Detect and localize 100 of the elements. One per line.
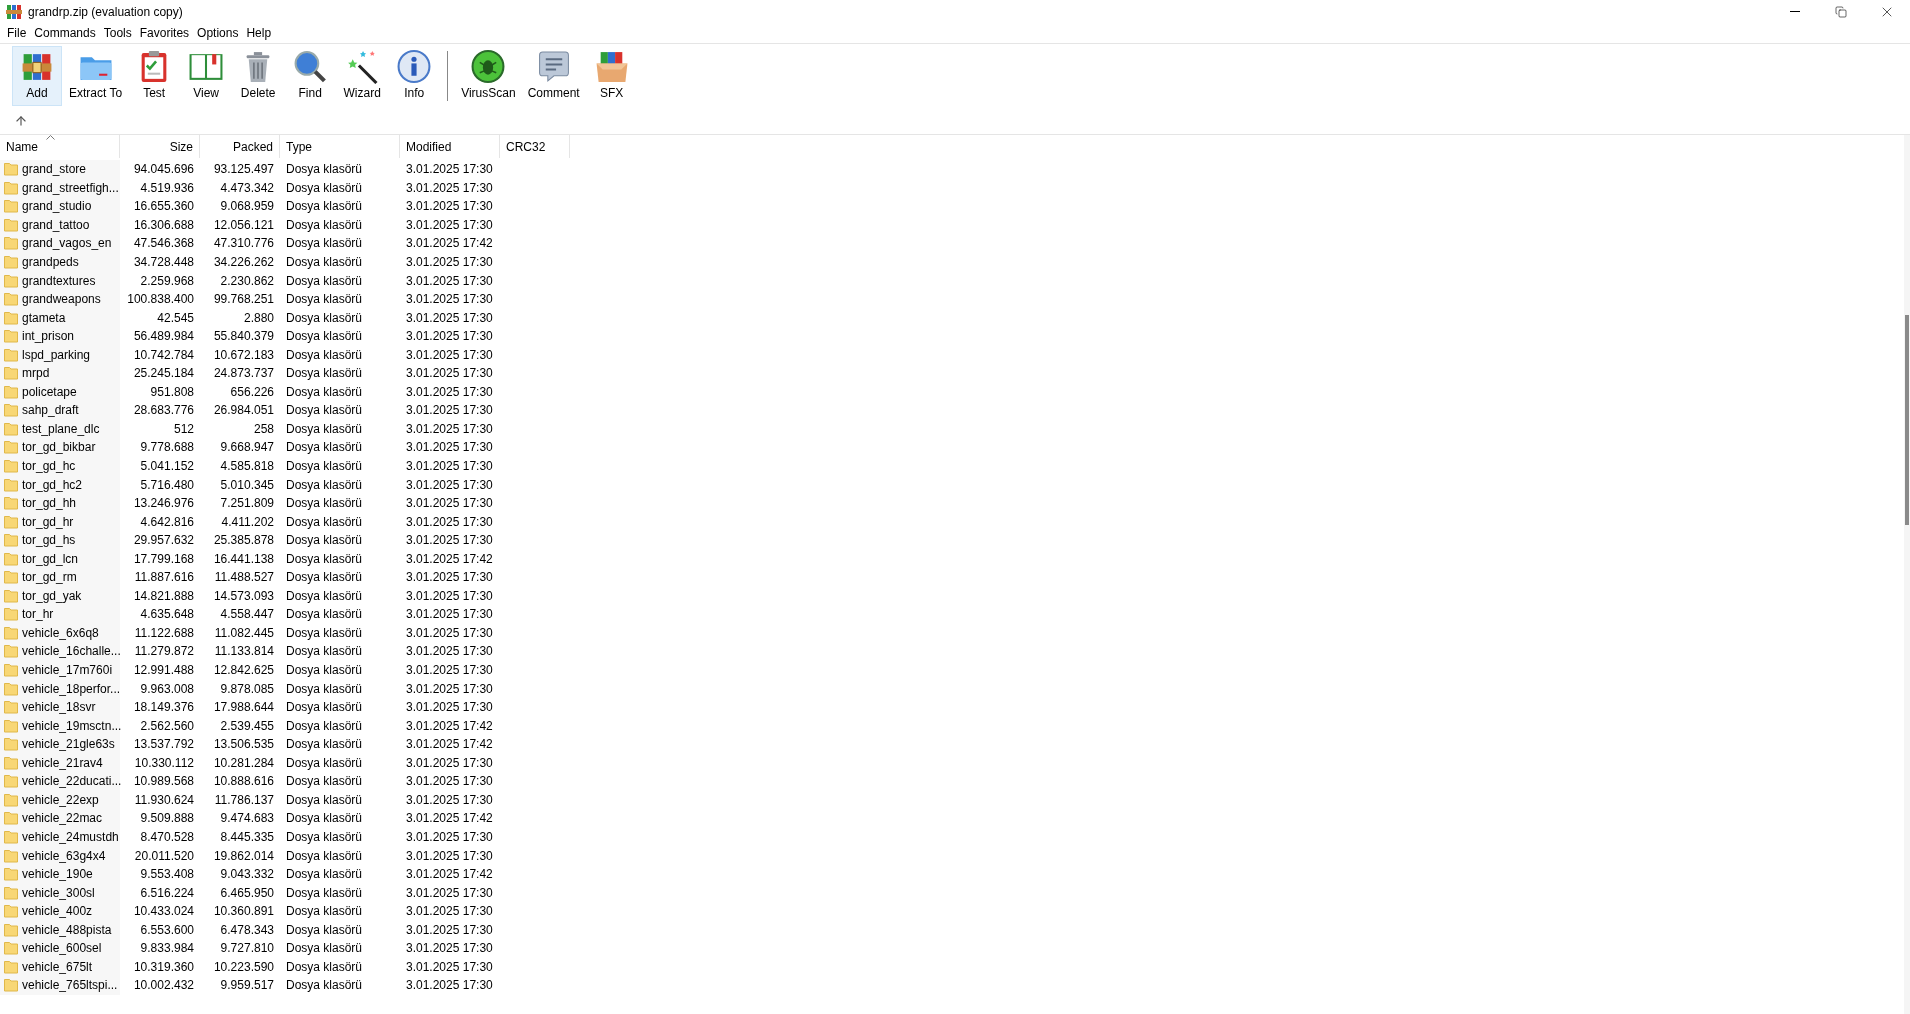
file-row[interactable]: tor_gd_hh 13.246.976 7.251.809 Dosya klasörü 3.01.2025 17:30 [0, 493, 1904, 513]
file-row[interactable]: vehicle_21gle63s 13.537.792 13.506.535 Dosya klasörü 3.01.2025 17:42 [0, 734, 1904, 754]
table-cell-text: 7.251.809 [220, 495, 274, 513]
table-cell-text: 10.672.183 [213, 346, 274, 364]
folder-icon [4, 236, 18, 251]
table-cell-text: Dosya klasörü [286, 773, 363, 791]
file-row[interactable]: grand_vagos_en 47.546.368 47.310.776 Dosya klasörü 3.01.2025 17:42 [0, 234, 1904, 253]
table-cell-text: 10.888.616 [213, 773, 274, 791]
table-cell-text: 9.668.947 [220, 439, 274, 457]
file-row[interactable]: tor_hr 4.635.648 4.558.447 Dosya klasörü 3.01.2025 17:30 [0, 605, 1904, 624]
file-row[interactable]: vehicle_24mustdh 8.470.528 8.445.335 Dosya klasörü 3.01.2025 17:30 [0, 827, 1904, 847]
table-cell-text: vehicle_300sl [22, 884, 95, 902]
file-row[interactable]: grand_studio 16.655.360 9.068.959 Dosya klasörü 3.01.2025 17:30 [0, 197, 1904, 216]
file-row[interactable]: sahp_draft 28.683.776 26.984.051 Dosya klasörü 3.01.2025 17:30 [0, 401, 1904, 420]
scrollbar-track[interactable] [1904, 135, 1910, 1014]
file-row[interactable]: tor_gd_hr 4.642.816 4.411.202 Dosya klasörü 3.01.2025 17:30 [0, 512, 1904, 531]
file-row[interactable]: grand_store 94.045.696 93.125.497 Dosya klasörü 3.01.2025 17:30 [0, 160, 1904, 179]
folder-icon [4, 199, 18, 214]
file-row[interactable]: grandweapons 100.838.400 99.768.251 Dosya klasörü 3.01.2025 17:30 [0, 289, 1904, 309]
column-header[interactable]: Type [280, 135, 400, 158]
toolbar-button[interactable]: SFX [586, 46, 637, 106]
file-row[interactable]: tor_gd_bikbar 9.778.688 9.668.947 Dosya klasörü 3.01.2025 17:30 [0, 438, 1904, 457]
file-row[interactable]: tor_gd_yak 14.821.888 14.573.093 Dosya klasörü 3.01.2025 17:30 [0, 586, 1904, 606]
toolbar-button[interactable]: Test [129, 46, 180, 106]
folder-icon [4, 811, 18, 826]
toolbar-button[interactable]: VirusScan [456, 46, 521, 106]
folder-icon [4, 755, 18, 770]
table-cell-text: 3.01.2025 17:30 [406, 216, 493, 234]
table-cell-text: vehicle_22mac [22, 810, 103, 828]
toolbar-button[interactable]: Extract To [64, 46, 128, 106]
file-row[interactable]: vehicle_22mac 9.509.888 9.474.683 Dosya klasörü 3.01.2025 17:42 [0, 809, 1904, 828]
file-row[interactable]: tor_gd_hs 29.957.632 25.385.878 Dosya klasörü 3.01.2025 17:30 [0, 530, 1904, 550]
toolbar-button[interactable]: Comment [522, 46, 585, 106]
file-row[interactable]: grand_streetfigh... 4.519.936 4.473.342 Dosya klasörü 3.01.2025 17:30 [0, 178, 1904, 198]
table-cell-text: Dosya klasörü [286, 643, 363, 661]
toolbar-button[interactable]: Info [389, 46, 440, 106]
table-cell-text: 3.01.2025 17:30 [406, 828, 493, 846]
table-cell-text: 258 [253, 420, 274, 438]
file-row[interactable]: vehicle_18perfor... 9.963.008 9.878.085 Dosya klasörü 3.01.2025 17:30 [0, 679, 1904, 698]
table-cell-text: 3.01.2025 17:30 [406, 903, 493, 921]
file-row[interactable]: grand_tattoo 16.306.688 12.056.121 Dosya klasörü 3.01.2025 17:30 [0, 215, 1904, 235]
file-row[interactable]: vehicle_300sl 6.516.224 6.465.950 Dosya klasörü 3.01.2025 17:30 [0, 883, 1904, 902]
file-row[interactable]: int_prison 56.489.984 55.840.379 Dosya klasörü 3.01.2025 17:30 [0, 326, 1904, 346]
folder-icon [4, 255, 18, 269]
toolbar-button[interactable]: Add [12, 46, 62, 106]
file-row[interactable]: vehicle_190e 9.553.408 9.043.332 Dosya klasörü 3.01.2025 17:42 [0, 864, 1904, 884]
column-header[interactable]: Packed [200, 135, 280, 158]
file-row[interactable]: vehicle_600sel 9.833.984 9.727.810 Dosya klasörü 3.01.2025 17:30 [0, 938, 1904, 958]
file-row[interactable]: tor_gd_hc 5.041.152 4.585.818 Dosya klasörü 3.01.2025 17:30 [0, 456, 1904, 476]
file-row[interactable]: vehicle_22exp 11.930.624 11.786.137 Dosya klasörü 3.01.2025 17:30 [0, 790, 1904, 810]
menu-item[interactable]: File [3, 23, 31, 43]
file-row[interactable]: vehicle_488pista 6.553.600 6.478.343 Dosya klasörü 3.01.2025 17:30 [0, 920, 1904, 939]
menu-item[interactable]: Options [193, 23, 243, 43]
file-row[interactable]: vehicle_765ltspi... 10.002.432 9.959.517 Dosya klasörü 3.01.2025 17:30 [0, 976, 1904, 995]
menu-item[interactable]: Help [242, 23, 276, 43]
toolbar-button[interactable]: View [181, 46, 232, 106]
file-row[interactable]: vehicle_16challe... 11.279.872 11.133.814 Dosya klasörü 3.01.2025 17:30 [0, 642, 1904, 661]
file-row[interactable]: vehicle_18svr 18.149.376 17.988.644 Dosya klasörü 3.01.2025 17:30 [0, 697, 1904, 717]
scrollbar-thumb[interactable] [1905, 315, 1909, 525]
file-row[interactable]: vehicle_17m760i 12.991.488 12.842.625 Dosya klasörü 3.01.2025 17:30 [0, 660, 1904, 680]
table-cell-text: 6.478.343 [220, 921, 274, 939]
file-row[interactable]: tor_gd_hc2 5.716.480 5.010.345 Dosya klasörü 3.01.2025 17:30 [0, 475, 1904, 494]
toolbar-button[interactable]: Find [285, 46, 336, 106]
table-cell-text: 10.002.432 [133, 977, 194, 995]
file-row[interactable]: vehicle_400z 10.433.024 10.360.891 Dosya klasörü 3.01.2025 17:30 [0, 901, 1904, 921]
table-cell-text: 56.489.984 [133, 328, 194, 346]
menu-item[interactable]: Commands [30, 23, 100, 43]
table-cell-text: 12.991.488 [133, 662, 194, 680]
table-cell-text: grand_studio [22, 198, 92, 216]
file-row[interactable]: tor_gd_lcn 17.799.168 16.441.138 Dosya klasörü 3.01.2025 17:42 [0, 549, 1904, 569]
menu-item[interactable]: Favorites [135, 23, 194, 43]
table-cell-text: 14.573.093 [213, 587, 274, 605]
file-row[interactable]: vehicle_675lt 10.319.360 10.223.590 Dosya klasörü 3.01.2025 17:30 [0, 957, 1904, 977]
file-row[interactable]: vehicle_19msctn... 2.562.560 2.539.455 Dosya klasörü 3.01.2025 17:42 [0, 716, 1904, 735]
table-cell-text: 3.01.2025 17:30 [406, 773, 493, 791]
file-row[interactable]: vehicle_21rav4 10.330.112 10.281.284 Dosya klasörü 3.01.2025 17:30 [0, 753, 1904, 773]
toolbar-button[interactable]: Delete [233, 46, 284, 106]
file-row[interactable]: vehicle_6x6q8 11.122.688 11.082.445 Dosya klasörü 3.01.2025 17:30 [0, 623, 1904, 643]
file-row[interactable]: test_plane_dlc 512 258 Dosya klasörü 3.01.2025 17:30 [0, 419, 1904, 439]
file-row[interactable]: vehicle_63g4x4 20.011.520 19.862.014 Dosya klasörü 3.01.2025 17:30 [0, 846, 1904, 865]
column-header[interactable]: Size [120, 135, 200, 158]
table-cell-text: vehicle_63g4x4 [22, 847, 106, 865]
file-row[interactable]: tor_gd_rm 11.887.616 11.488.527 Dosya klasörü 3.01.2025 17:30 [0, 568, 1904, 587]
table-cell-text: tor_gd_yak [22, 587, 82, 605]
table-cell-text: int_prison [22, 328, 75, 346]
column-header[interactable]: Modified [400, 135, 500, 158]
folder-icon [4, 885, 18, 900]
file-row[interactable]: policetape 951.808 656.226 Dosya klasörü 3.01.2025 17:30 [0, 382, 1904, 402]
file-row[interactable]: lspd_parking 10.742.784 10.672.183 Dosya klasörü 3.01.2025 17:30 [0, 345, 1904, 364]
file-row[interactable]: mrpd 25.245.184 24.873.737 Dosya klasörü 3.01.2025 17:30 [0, 364, 1904, 383]
table-cell-text: 4.635.648 [140, 606, 194, 624]
file-row[interactable]: vehicle_22ducati... 10.989.568 10.888.616 Dosya klasörü 3.01.2025 17:30 [0, 772, 1904, 791]
table-cell-text: 34.728.448 [133, 254, 194, 271]
menu-item[interactable]: Tools [99, 23, 136, 43]
column-header[interactable]: Name [0, 135, 120, 158]
column-header[interactable]: CRC32 [500, 135, 570, 158]
file-row[interactable]: grandpeds 34.728.448 34.226.262 Dosya klasörü 3.01.2025 17:30 [0, 252, 1904, 272]
toolbar-button[interactable]: Wizard [337, 46, 388, 106]
file-row[interactable]: gtameta 42.545 2.880 Dosya klasörü 3.01.2025 17:30 [0, 308, 1904, 327]
file-row[interactable]: grandtextures 2.259.968 2.230.862 Dosya klasörü 3.01.2025 17:30 [0, 271, 1904, 290]
